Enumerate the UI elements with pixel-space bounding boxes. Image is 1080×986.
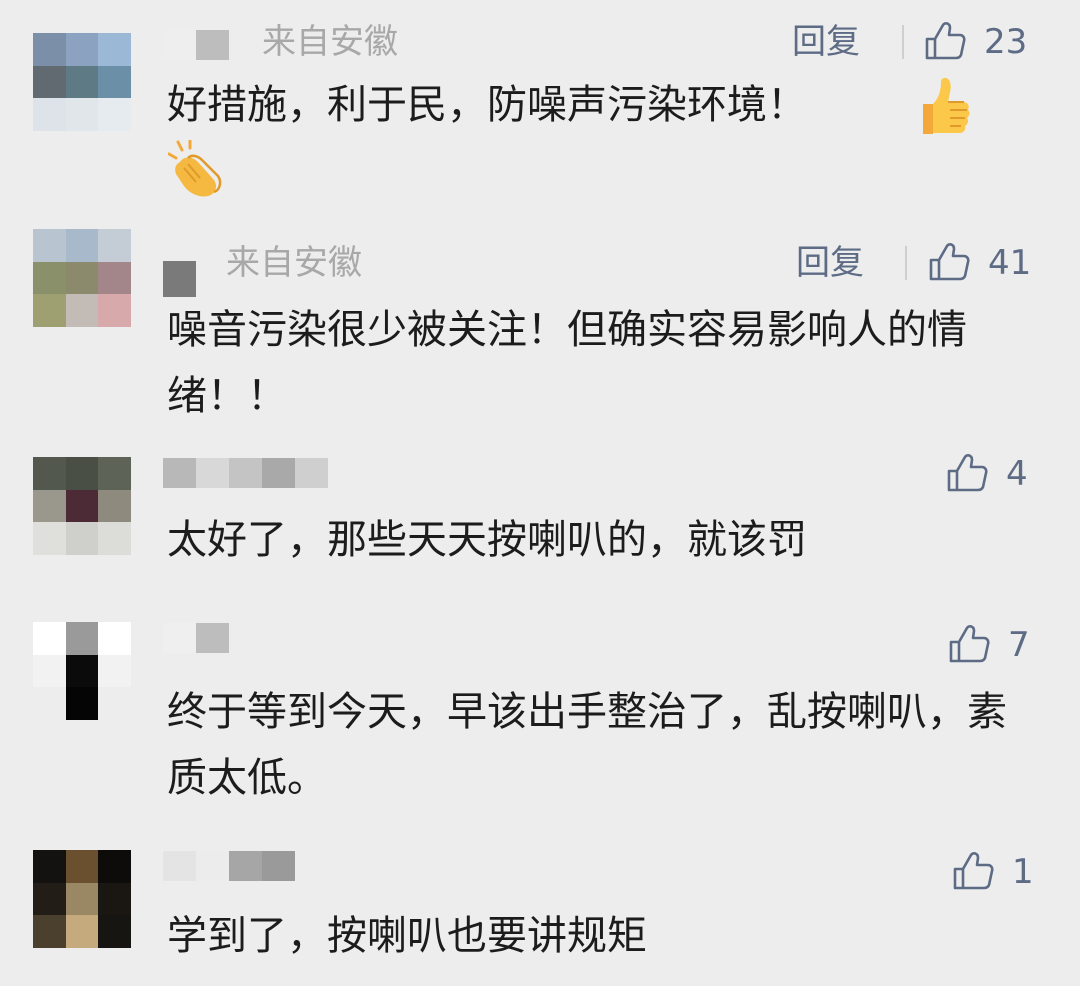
avatar-pixel: [33, 489, 66, 523]
location-label: 来自安徽: [226, 243, 362, 283]
avatar-pixel: [33, 65, 66, 99]
avatar-pixel: [65, 489, 99, 523]
like-count: 23: [984, 22, 1028, 62]
avatar-pixel: [33, 261, 66, 295]
username-blurred[interactable]: [163, 261, 196, 297]
divider: [905, 246, 907, 280]
reply-button[interactable]: 回复: [792, 22, 860, 62]
avatar[interactable]: [33, 850, 131, 948]
comment-item: 1 学到了，按喇叭也要讲规矩: [0, 835, 1080, 986]
avatar-pixel: [33, 915, 66, 948]
avatar-pixel: [98, 850, 131, 883]
thumbs-up-icon[interactable]: [948, 624, 990, 664]
comment-item: 来自安徽 回复 41 噪音污染很少被关注！但确实容易影响人的情绪！！: [0, 215, 1080, 440]
like-count: 1: [1012, 852, 1034, 892]
avatar-pixel: [65, 261, 99, 295]
avatar-pixel: [33, 622, 66, 655]
comment-text: 噪音污染很少被关注！但确实容易影响人的情绪！！: [167, 307, 967, 419]
avatar-pixel: [98, 882, 131, 916]
avatar-pixel: [33, 98, 66, 131]
comment-text: 好措施，利于民，防噪声污染环境！: [167, 82, 807, 128]
clapping-hands-emoji-icon: [168, 140, 222, 197]
avatar-pixel: [33, 654, 66, 688]
avatar-pixel: [65, 229, 99, 262]
avatar-pixel: [65, 522, 99, 555]
divider: [902, 25, 904, 59]
avatar-pixel: [98, 33, 131, 66]
avatar-pixel: [98, 229, 131, 262]
avatar-pixel: [33, 522, 66, 555]
avatar-pixel: [65, 687, 99, 720]
avatar[interactable]: [33, 33, 131, 131]
thumbs-up-icon[interactable]: [924, 21, 966, 61]
avatar-pixel: [98, 622, 131, 655]
avatar-pixel: [65, 98, 99, 131]
comment-text: 太好了，那些天天按喇叭的，就该罚: [167, 517, 807, 563]
avatar-pixel: [33, 457, 66, 490]
avatar-pixel: [98, 65, 131, 99]
comment-text: 终于等到今天，早该出手整治了，乱按喇叭，素质太低。: [167, 689, 1007, 801]
avatar-pixel: [65, 65, 99, 99]
comment-text: 学到了，按喇叭也要讲规矩: [167, 913, 647, 959]
avatar-pixel: [65, 33, 99, 66]
comment-item: 来自安徽 回复 23 好措施，利于民，防噪声污染环境！: [0, 0, 1080, 215]
username-blurred[interactable]: [163, 623, 229, 653]
thumbs-up-emoji-icon: [923, 77, 970, 134]
comment-item: 4 太好了，那些天天按喇叭的，就该罚: [0, 440, 1080, 605]
username-blurred[interactable]: [163, 30, 229, 60]
avatar-pixel: [65, 294, 99, 327]
avatar-pixel: [65, 654, 99, 688]
thumbs-up-icon[interactable]: [928, 242, 970, 282]
reply-button[interactable]: 回复: [796, 243, 864, 283]
comment-item: 7 终于等到今天，早该出手整治了，乱按喇叭，素质太低。: [0, 605, 1080, 835]
avatar[interactable]: [33, 229, 131, 327]
avatar-pixel: [65, 457, 99, 490]
avatar[interactable]: [33, 457, 131, 555]
avatar-pixel: [33, 229, 66, 262]
avatar-pixel: [65, 915, 99, 948]
avatar-pixel: [98, 654, 131, 688]
avatar-pixel: [98, 522, 131, 555]
avatar-pixel: [98, 457, 131, 490]
avatar[interactable]: [33, 622, 131, 720]
location-label: 来自安徽: [262, 22, 398, 62]
thumbs-up-icon[interactable]: [952, 851, 994, 891]
avatar-pixel: [98, 98, 131, 131]
username-blurred[interactable]: [163, 458, 328, 488]
like-count: 4: [1006, 454, 1028, 494]
avatar-pixel: [33, 882, 66, 916]
avatar-pixel: [65, 882, 99, 916]
avatar-pixel: [98, 294, 131, 327]
avatar-pixel: [33, 33, 66, 66]
avatar-pixel: [65, 850, 99, 883]
like-count: 7: [1008, 625, 1030, 665]
avatar-pixel: [33, 294, 66, 327]
avatar-pixel: [98, 687, 131, 720]
thumbs-up-icon[interactable]: [946, 453, 988, 493]
avatar-pixel: [98, 261, 131, 295]
avatar-pixel: [33, 687, 66, 720]
avatar-pixel: [33, 850, 66, 883]
avatar-pixel: [65, 622, 99, 655]
username-blurred[interactable]: [163, 851, 295, 881]
like-count: 41: [988, 243, 1032, 283]
avatar-pixel: [98, 489, 131, 523]
avatar-pixel: [98, 915, 131, 948]
